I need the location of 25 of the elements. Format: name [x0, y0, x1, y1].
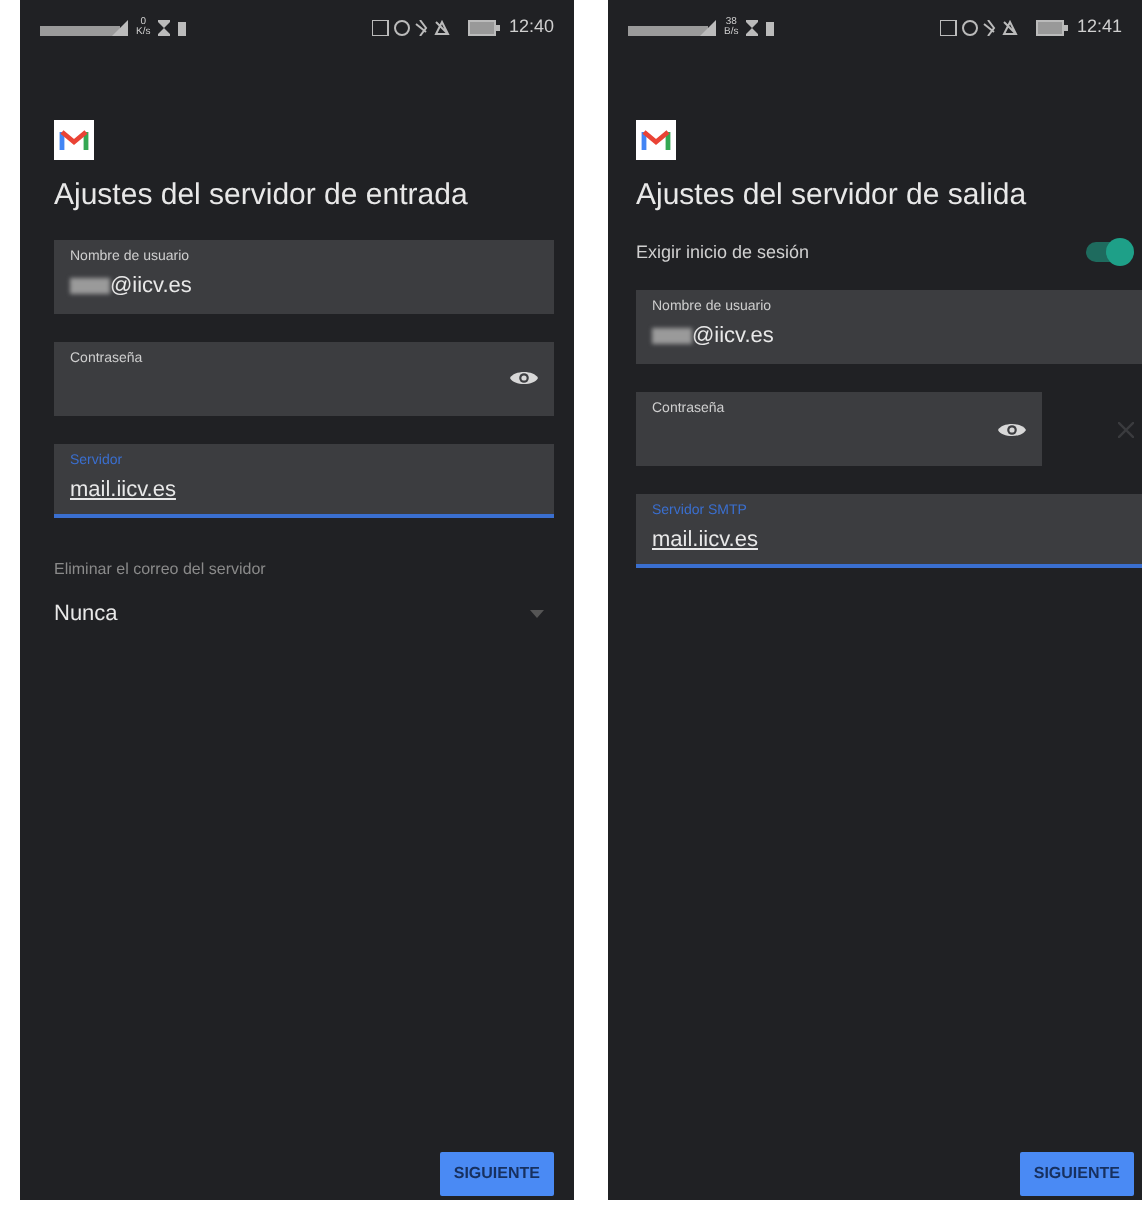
battery-icon: [468, 20, 501, 36]
dropdown-label: Eliminar el correo del servidor: [54, 557, 268, 581]
delete-mail-dropdown[interactable]: Nunca: [54, 597, 554, 630]
field-value: @iicv.es: [692, 322, 774, 352]
show-password-icon[interactable]: [510, 368, 538, 388]
clock-time: 12:40: [508, 14, 554, 41]
field-value: mail.iicv.es: [652, 526, 758, 556]
screen-title: Ajustes del servidor de entrada: [54, 176, 470, 216]
mail-logo-icon: [54, 120, 94, 160]
field-value: mail.iicv.es: [70, 475, 176, 505]
toggle-label: Exigir inicio de sesión: [636, 239, 810, 266]
battery-saver-icon: [178, 20, 187, 36]
login-toggle[interactable]: [1086, 242, 1130, 263]
battery-icon: [1036, 20, 1069, 36]
hourglass-icon: [746, 20, 759, 36]
show-password-icon[interactable]: [998, 419, 1026, 439]
next-button[interactable]: SIGUIENTE: [1019, 1152, 1134, 1196]
field-value: @iicv.es: [110, 271, 192, 301]
next-button[interactable]: SIGUIENTE: [439, 1152, 554, 1196]
dropdown-caret-icon: [530, 609, 544, 618]
hourglass-icon: [158, 20, 171, 36]
clock-time: 12:41: [1076, 14, 1122, 41]
mail-logo-icon: [636, 120, 676, 160]
screen-title: Ajustes del servidor de salida: [636, 176, 1029, 216]
battery-saver-icon: [766, 20, 775, 36]
